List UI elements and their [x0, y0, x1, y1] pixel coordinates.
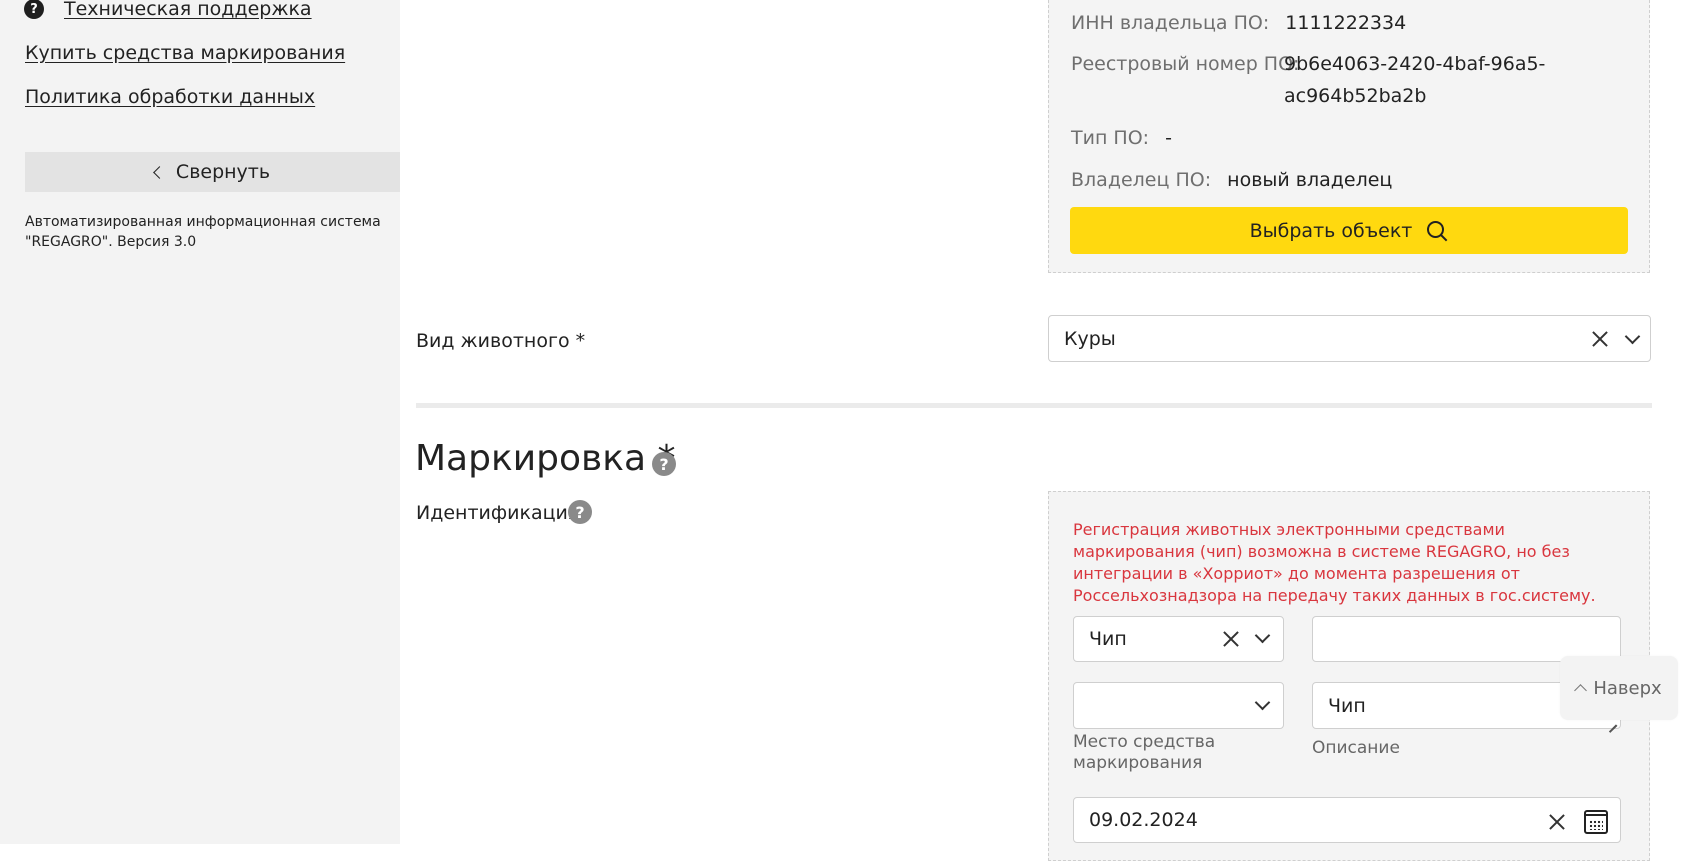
- production-object-panel: ИНН владельца ПО: 1111222334 Реестровый …: [1048, 0, 1650, 273]
- owner-value: новый владелец: [1227, 169, 1393, 191]
- chevron-down-icon[interactable]: [1254, 627, 1271, 644]
- type-value: -: [1165, 127, 1172, 149]
- sidebar: ? Техническая поддержка Купить средства …: [0, 0, 400, 844]
- collapse-sidebar-button[interactable]: Свернуть: [25, 152, 400, 192]
- scroll-to-top-label: Наверх: [1593, 677, 1662, 699]
- marking-type-select[interactable]: Чип: [1073, 616, 1284, 662]
- identification-label: Идентификация: [416, 502, 580, 524]
- search-icon: [1426, 220, 1448, 242]
- type-row: Тип ПО: -: [1071, 122, 1172, 154]
- marking-date-value: 09.02.2024: [1089, 809, 1198, 831]
- chevron-left-icon: [153, 166, 166, 179]
- question-circle-icon: ?: [24, 0, 44, 19]
- tech-support-link[interactable]: Техническая поддержка: [64, 0, 312, 20]
- description-value: Чип: [1328, 694, 1366, 717]
- clear-icon[interactable]: [1548, 813, 1566, 831]
- marking-place-select[interactable]: [1073, 682, 1284, 729]
- collapse-label: Свернуть: [175, 161, 271, 183]
- identification-help-icon[interactable]: ?: [568, 500, 592, 524]
- inn-value: 1111222334: [1285, 12, 1407, 34]
- chevron-down-icon[interactable]: [1254, 694, 1271, 711]
- registry-row: Реестровый номер ПО:: [1071, 48, 1299, 80]
- marking-type-value: Чип: [1089, 628, 1127, 650]
- select-object-button[interactable]: Выбрать объект: [1070, 207, 1628, 254]
- animal-species-label: Вид животного *: [416, 330, 586, 352]
- section-divider: [416, 403, 1652, 408]
- buy-marking-link[interactable]: Купить средства маркирования: [25, 42, 345, 64]
- chevron-down-icon[interactable]: [1624, 328, 1641, 345]
- owner-label: Владелец ПО:: [1071, 169, 1212, 191]
- calendar-icon[interactable]: [1584, 810, 1608, 834]
- scroll-to-top-button[interactable]: Наверх: [1560, 656, 1678, 720]
- inn-label: ИНН владельца ПО:: [1071, 12, 1270, 34]
- animal-species-value: Куры: [1064, 327, 1116, 350]
- animal-species-select[interactable]: Куры: [1048, 315, 1651, 362]
- marking-help-icon[interactable]: ?: [652, 452, 676, 476]
- marking-date-input[interactable]: 09.02.2024: [1073, 797, 1621, 843]
- inn-row: ИНН владельца ПО: 1111222334: [1071, 7, 1406, 39]
- registry-value: 9b6e4063-2420-4baf-96a5- ac964b52ba2b: [1284, 48, 1545, 112]
- privacy-policy-link[interactable]: Политика обработки данных: [25, 86, 315, 108]
- description-caption: Описание: [1312, 738, 1400, 758]
- chip-warning-text: Регистрация животных электронными средст…: [1073, 520, 1596, 605]
- type-label: Тип ПО:: [1071, 127, 1150, 149]
- clear-icon[interactable]: [1222, 630, 1240, 648]
- registry-value-line1: 9b6e4063-2420-4baf-96a5-: [1284, 53, 1546, 75]
- chevron-up-icon: [1574, 684, 1588, 697]
- system-version-text: Автоматизированная информационная систем…: [25, 214, 381, 250]
- registry-value-line2: ac964b52ba2b: [1284, 85, 1427, 107]
- marking-title: Маркировка *: [415, 438, 676, 479]
- owner-row: Владелец ПО: новый владелец: [1071, 164, 1392, 196]
- marking-place-caption: Место средства маркирования: [1073, 732, 1216, 773]
- clear-icon[interactable]: [1591, 330, 1609, 348]
- registry-label: Реестровый номер ПО:: [1071, 53, 1300, 75]
- select-object-label: Выбрать объект: [1249, 219, 1413, 242]
